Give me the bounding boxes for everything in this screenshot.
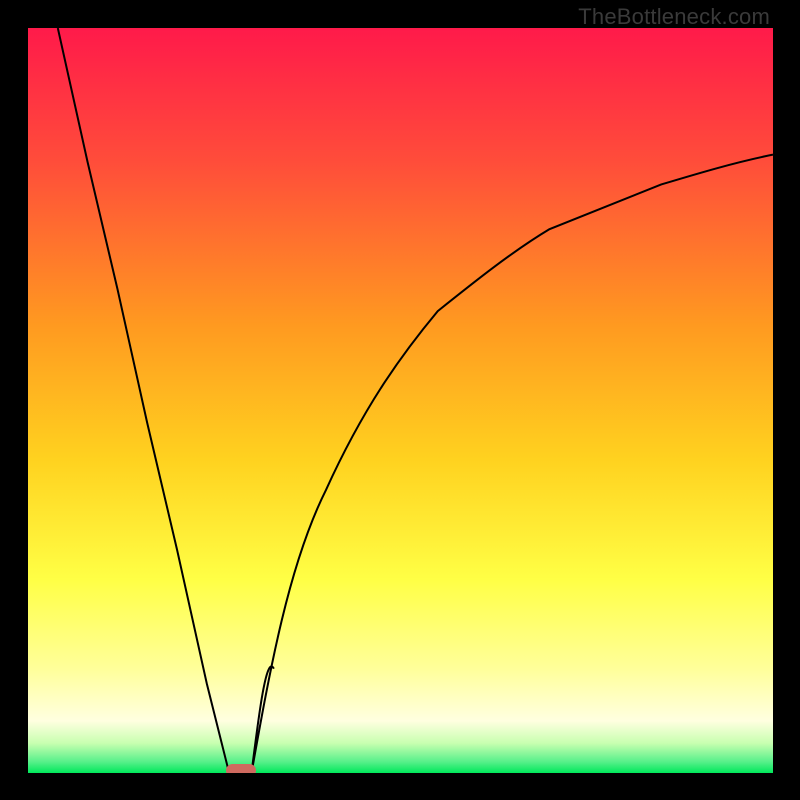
plot-area xyxy=(28,28,773,773)
bottleneck-curve xyxy=(28,28,773,773)
chart-frame: TheBottleneck.com xyxy=(0,0,800,800)
watermark-text: TheBottleneck.com xyxy=(578,4,770,30)
minimum-marker xyxy=(226,764,256,773)
